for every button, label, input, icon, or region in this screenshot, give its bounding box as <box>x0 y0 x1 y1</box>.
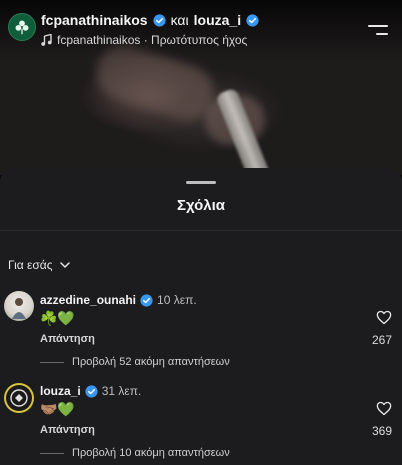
heart-icon[interactable] <box>376 401 392 416</box>
menu-icon[interactable] <box>368 25 388 37</box>
avatar-emblem-icon <box>6 385 32 411</box>
header-accounts: fcpanathinaikos και louza_i <box>41 12 259 28</box>
verified-icon <box>246 13 259 27</box>
view-more-replies-label: Προβολή 52 ακόμη απαντήσεων <box>72 356 230 368</box>
view-more-replies-label: Προβολή 10 ακόμη απαντήσεων <box>72 447 230 459</box>
sheet-grabber[interactable] <box>186 181 216 184</box>
menu-line <box>376 33 388 35</box>
reply-button[interactable]: Απάντηση <box>40 424 95 436</box>
view-more-replies[interactable]: Προβολή 52 ακόμη απαντήσεων <box>40 356 230 368</box>
comment-time: 31 λεπ. <box>101 384 142 398</box>
avatar-figure-icon <box>12 298 26 319</box>
like-count: 267 <box>371 333 392 347</box>
primary-account-name[interactable]: fcpanathinaikos <box>41 12 148 28</box>
verified-icon <box>153 13 166 27</box>
account-avatar[interactable] <box>8 13 36 41</box>
sheet-title: Σχόλια <box>177 197 225 214</box>
reply-thread-line <box>40 361 64 363</box>
reply-button[interactable]: Απάντηση <box>40 333 95 345</box>
reply-thread-line <box>40 452 64 454</box>
chevron-down-icon <box>59 262 70 268</box>
view-more-replies[interactable]: Προβολή 10 ακόμη απαντήσεων <box>40 447 230 459</box>
menu-line <box>368 25 388 27</box>
audio-link[interactable]: fcpanathinaikos · Πρωτότυπος ήχος <box>41 33 247 47</box>
audio-label: fcpanathinaikos · Πρωτότυπος ήχος <box>57 33 248 47</box>
filter-label: Για εσάς <box>8 258 53 272</box>
comment-filter-dropdown[interactable]: Για εσάς <box>8 258 71 272</box>
collab-connector: και <box>170 12 189 28</box>
shamrock-logo-icon <box>15 20 29 35</box>
comment-header: louza_i 31 λεπ. <box>40 384 141 398</box>
comment-username[interactable]: azzedine_ounahi <box>40 293 136 307</box>
avatar[interactable] <box>4 291 34 321</box>
avatar[interactable] <box>4 383 34 413</box>
comment-time: 10 λεπ. <box>157 293 197 307</box>
comment-text: 🤝🏽💚 <box>40 401 75 417</box>
comments-sheet: Σχόλια Για εσάς azzedine_ounahi 10 λεπ. … <box>0 168 402 465</box>
comment-header: azzedine_ounahi 10 λεπ. <box>40 293 197 307</box>
verified-icon <box>85 384 98 398</box>
heart-icon[interactable] <box>376 310 392 325</box>
secondary-account-name[interactable]: louza_i <box>194 12 241 28</box>
comment-username[interactable]: louza_i <box>40 384 81 398</box>
reel-header: fcpanathinaikos και louza_i fcpanathinai… <box>0 0 402 56</box>
sheet-divider <box>0 230 402 231</box>
comment-text: ☘️💚 <box>40 310 75 326</box>
verified-icon <box>140 293 153 307</box>
like-count: 369 <box>371 424 392 438</box>
music-note-icon <box>41 34 52 46</box>
